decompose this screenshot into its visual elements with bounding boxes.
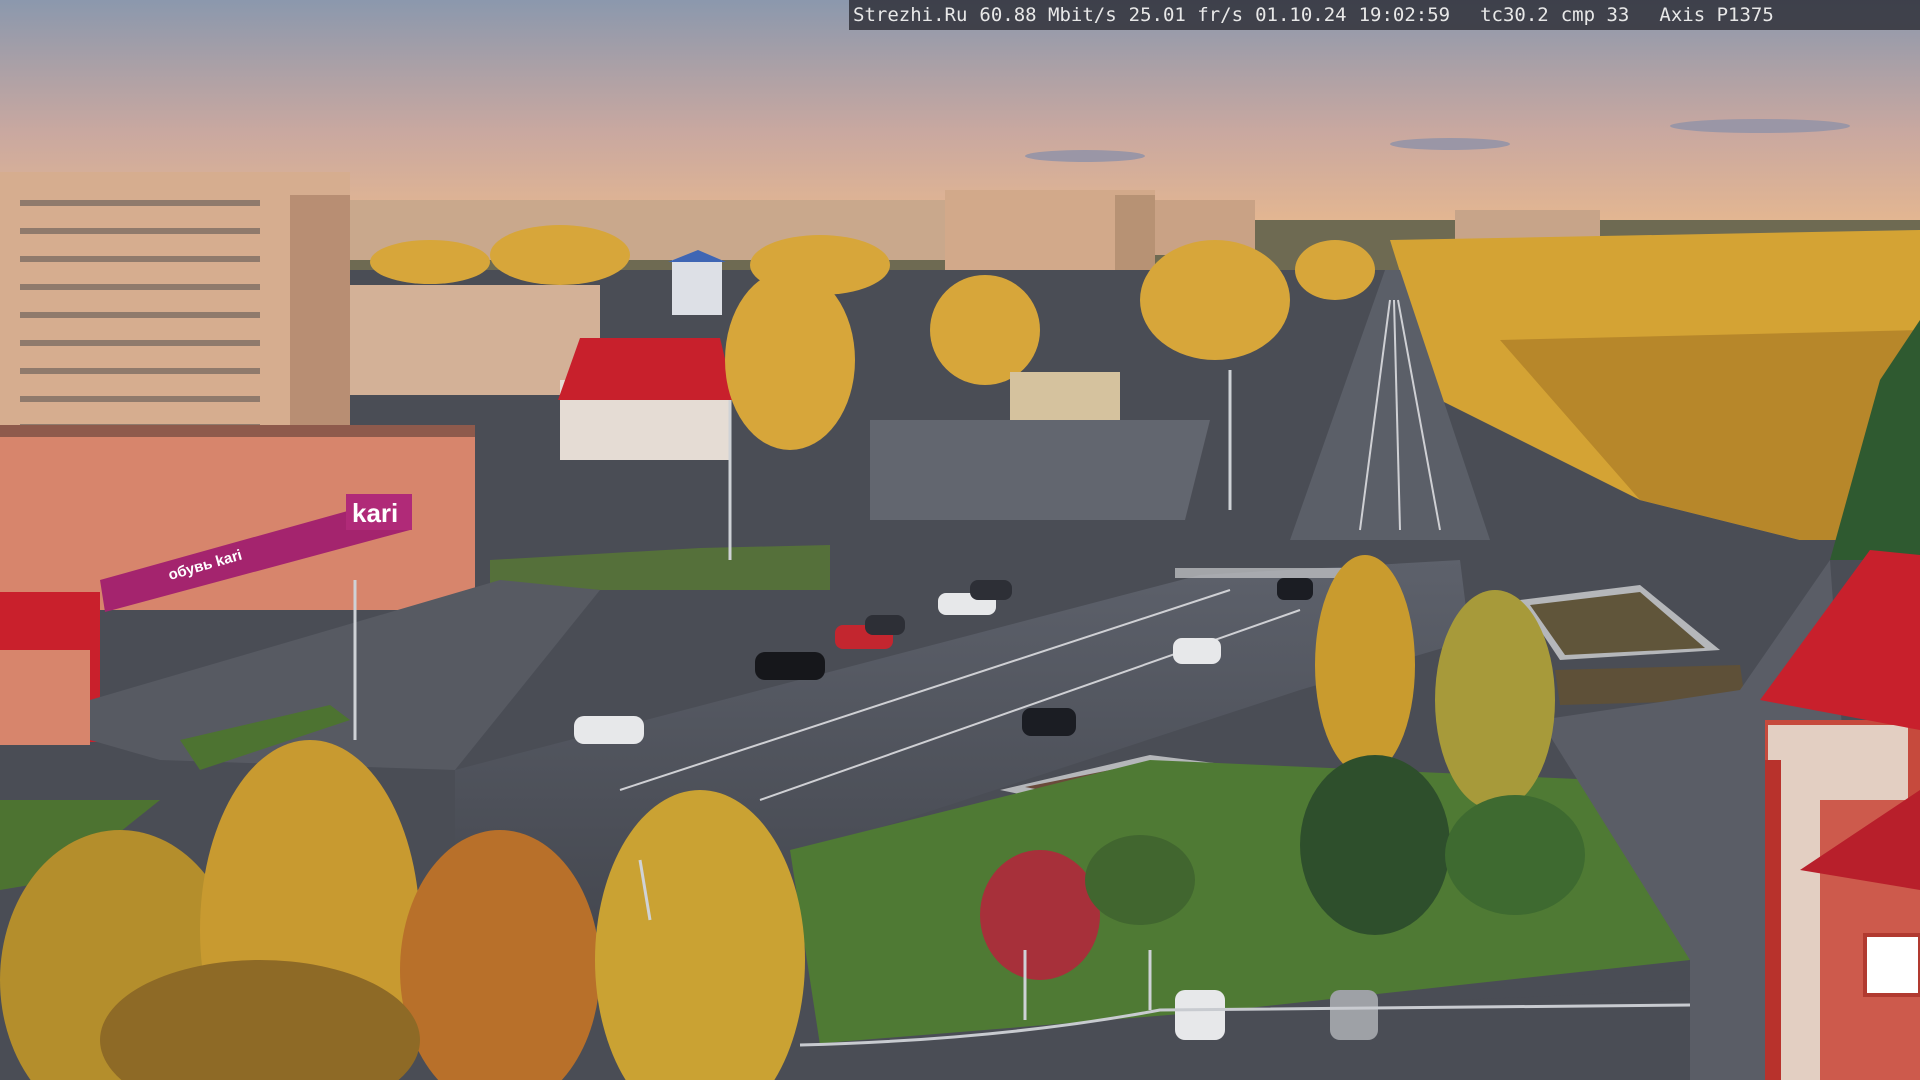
shopping-center-roof bbox=[0, 425, 475, 437]
overlay-bitrate: 60.88 Mbit/s bbox=[979, 4, 1117, 26]
building-window bbox=[1863, 933, 1920, 997]
car bbox=[1175, 990, 1225, 1040]
camera-info-overlay: Strezhi.Ru 60.88 Mbit/s 25.01 fr/s 01.10… bbox=[849, 0, 1920, 30]
red-roof bbox=[558, 338, 735, 400]
overlay-tc: tc30.2 bbox=[1480, 4, 1549, 26]
cloud bbox=[1025, 150, 1145, 162]
overlay-time: 19:02:59 bbox=[1358, 4, 1451, 26]
overlay-site: Strezhi.Ru bbox=[853, 4, 968, 26]
car bbox=[865, 615, 905, 635]
overlay-cmp: cmp 33 bbox=[1560, 4, 1630, 26]
street-scene: kari обувь kari bbox=[0, 0, 1920, 1080]
car bbox=[970, 580, 1012, 600]
car bbox=[1022, 708, 1076, 736]
overlay-camera: Axis P1375 bbox=[1659, 4, 1774, 26]
storefront-base bbox=[0, 650, 90, 745]
car bbox=[1173, 638, 1221, 664]
car bbox=[1277, 578, 1313, 600]
car bbox=[1330, 990, 1378, 1040]
sign-pillar bbox=[1765, 760, 1781, 1080]
car bbox=[755, 652, 825, 680]
overlay-framerate: 25.01 fr/s bbox=[1128, 4, 1244, 26]
webcam-frame: kari обувь kari bbox=[0, 0, 1920, 1080]
small-pavilion bbox=[1010, 372, 1120, 420]
upper-square bbox=[870, 420, 1210, 520]
mid-apartment-building bbox=[350, 285, 600, 395]
store-logo: kari bbox=[352, 498, 398, 528]
cloud bbox=[1390, 138, 1510, 150]
car bbox=[574, 716, 644, 744]
blue-roof-tower bbox=[672, 260, 722, 315]
overlay-date: 01.10.24 bbox=[1255, 4, 1347, 26]
cloud bbox=[1670, 119, 1850, 133]
